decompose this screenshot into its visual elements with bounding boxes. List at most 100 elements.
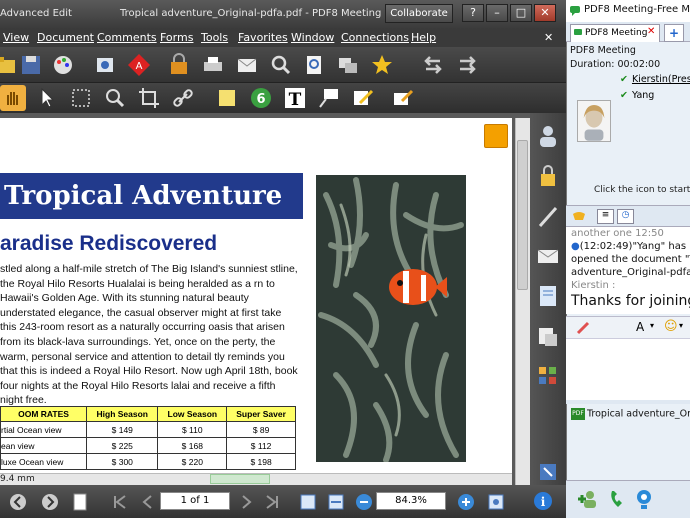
phone-icon[interactable] (606, 487, 630, 511)
callout-icon[interactable] (316, 85, 342, 111)
share-icon[interactable] (335, 52, 361, 78)
menu-comments[interactable]: Comments (97, 31, 157, 44)
room-rates-table: OOM RATES High Season Low Season Super S… (0, 406, 296, 470)
hand-tool-icon[interactable] (0, 85, 26, 111)
app-logo-icon[interactable]: 6 (248, 85, 274, 111)
meeting-info: PDF8 Meeting Duration: 00:02:00 (570, 44, 660, 72)
zoom-level-field[interactable]: 84.3% (376, 492, 446, 510)
maximize-button[interactable]: □ (510, 4, 532, 22)
first-page-icon[interactable] (110, 492, 130, 512)
thumbnails-icon[interactable] (534, 362, 562, 390)
font-dropdown-icon[interactable]: ▾ (650, 321, 654, 330)
vertical-scroll-thumb[interactable] (517, 140, 528, 290)
select-arrow-icon[interactable] (34, 85, 60, 111)
print-icon[interactable] (200, 52, 226, 78)
highlight-icon[interactable] (390, 85, 416, 111)
menu-forms[interactable]: Forms (160, 31, 193, 44)
zoom-tool-icon[interactable] (102, 85, 128, 111)
email-icon[interactable] (234, 52, 260, 78)
forward-arrow-icon[interactable] (454, 52, 480, 78)
envelope-icon[interactable] (534, 242, 562, 270)
notes-tab-icon[interactable]: ≡ (597, 209, 614, 224)
table-header-cell: High Season (86, 406, 159, 422)
svg-text:6: 6 (256, 92, 265, 107)
horizontal-scroll-thumb[interactable] (210, 474, 270, 484)
pen-icon[interactable] (534, 202, 562, 230)
shared-file-item[interactable]: PDFTropical adventure_Origin (571, 408, 690, 420)
info-icon[interactable]: i (532, 490, 554, 512)
text-tool-icon[interactable]: T (282, 85, 308, 111)
menu-favorites[interactable]: Favorites (238, 31, 288, 44)
menu-help[interactable]: Help (411, 31, 436, 44)
chat-line: ●(12:02:49)"Yang" has (571, 241, 687, 252)
participant-item[interactable]: ✔ Yang (620, 90, 654, 101)
next-view-icon[interactable] (40, 492, 60, 512)
palette-icon[interactable] (50, 52, 76, 78)
pages-icon[interactable] (534, 282, 562, 310)
collapse-panel-icon[interactable] (534, 458, 562, 486)
bookmark-icon[interactable] (484, 124, 508, 148)
find-page-icon[interactable] (301, 52, 327, 78)
document-title: Tropical adventure_Original-pdfa.pdf - P… (120, 8, 382, 19)
last-page-icon[interactable] (262, 492, 282, 512)
link-icon[interactable] (170, 85, 196, 111)
crop-icon[interactable] (136, 85, 162, 111)
main-toolbar: A (0, 47, 566, 83)
tab-close-icon[interactable]: ✕ (647, 26, 655, 37)
sticky-note-icon[interactable] (214, 85, 240, 111)
table-cell: ean view (0, 437, 88, 454)
attachments-icon[interactable] (534, 322, 562, 350)
webcam-icon[interactable] (632, 487, 656, 511)
clock-tab-icon[interactable]: ◷ (617, 209, 634, 224)
prev-page-icon[interactable] (138, 492, 158, 512)
menu-view[interactable]: View (3, 31, 29, 44)
emoji-icon[interactable]: ☺ (664, 319, 678, 334)
next-page-icon[interactable] (236, 492, 256, 512)
minimize-button[interactable]: – (486, 4, 508, 22)
previous-view-icon[interactable] (8, 492, 28, 512)
marquee-icon[interactable] (68, 85, 94, 111)
menu-document[interactable]: Document (37, 31, 94, 44)
title-bar: Advanced Edit Tropical adventure_Origina… (0, 0, 566, 29)
zoom-out-icon[interactable] (354, 492, 374, 512)
favorite-star-icon[interactable] (369, 52, 395, 78)
search-icon[interactable] (268, 52, 294, 78)
fit-width-icon[interactable] (326, 492, 346, 512)
chat-line: another one 12:50 (571, 228, 664, 239)
close-button[interactable]: ✕ (534, 4, 556, 22)
table-row: rtial Ocean view $ 149 $ 110 $ 89 (0, 421, 296, 438)
pencil-icon[interactable] (350, 85, 376, 111)
chat-compose-input[interactable] (566, 338, 690, 400)
back-arrow-icon[interactable] (420, 52, 446, 78)
help-button[interactable]: ? (462, 4, 484, 22)
emoji-dropdown-icon[interactable]: ▾ (679, 321, 683, 330)
font-button[interactable]: A (636, 320, 644, 334)
collaborate-button[interactable]: Collaborate (385, 4, 453, 23)
menu-tools[interactable]: Tools (201, 31, 228, 44)
table-cell: $ 110 (157, 421, 228, 438)
check-icon: ✔ (620, 74, 628, 85)
eraser-icon[interactable] (576, 321, 590, 335)
page-size-label: 9.4 mm (0, 474, 35, 484)
save-icon[interactable] (18, 52, 44, 78)
full-screen-icon[interactable] (486, 492, 506, 512)
single-page-icon[interactable] (70, 492, 90, 512)
menu-window[interactable]: Window (291, 31, 334, 44)
lock-icon[interactable] (166, 52, 192, 78)
padlock-icon[interactable] (534, 162, 562, 190)
chat-tab-icon[interactable] (571, 210, 587, 224)
user-icon[interactable] (534, 122, 562, 150)
fit-page-icon[interactable] (298, 492, 318, 512)
table-cell: $ 225 (86, 437, 159, 454)
page-number-field[interactable]: 1 of 1 (160, 492, 230, 510)
add-participant-icon[interactable] (576, 487, 600, 511)
pdf-file-icon: PDF (571, 408, 585, 420)
convert-icon[interactable]: A (126, 52, 152, 78)
menu-close-icon[interactable]: ✕ (544, 31, 553, 44)
participant-item[interactable]: ✔ Kierstin(Pres (620, 74, 690, 85)
zoom-in-icon[interactable] (456, 492, 476, 512)
add-tab-button[interactable]: + (664, 24, 684, 42)
menu-connections[interactable]: Connections (341, 31, 409, 44)
folder-icon[interactable] (0, 52, 18, 78)
settings-icon[interactable] (92, 52, 118, 78)
